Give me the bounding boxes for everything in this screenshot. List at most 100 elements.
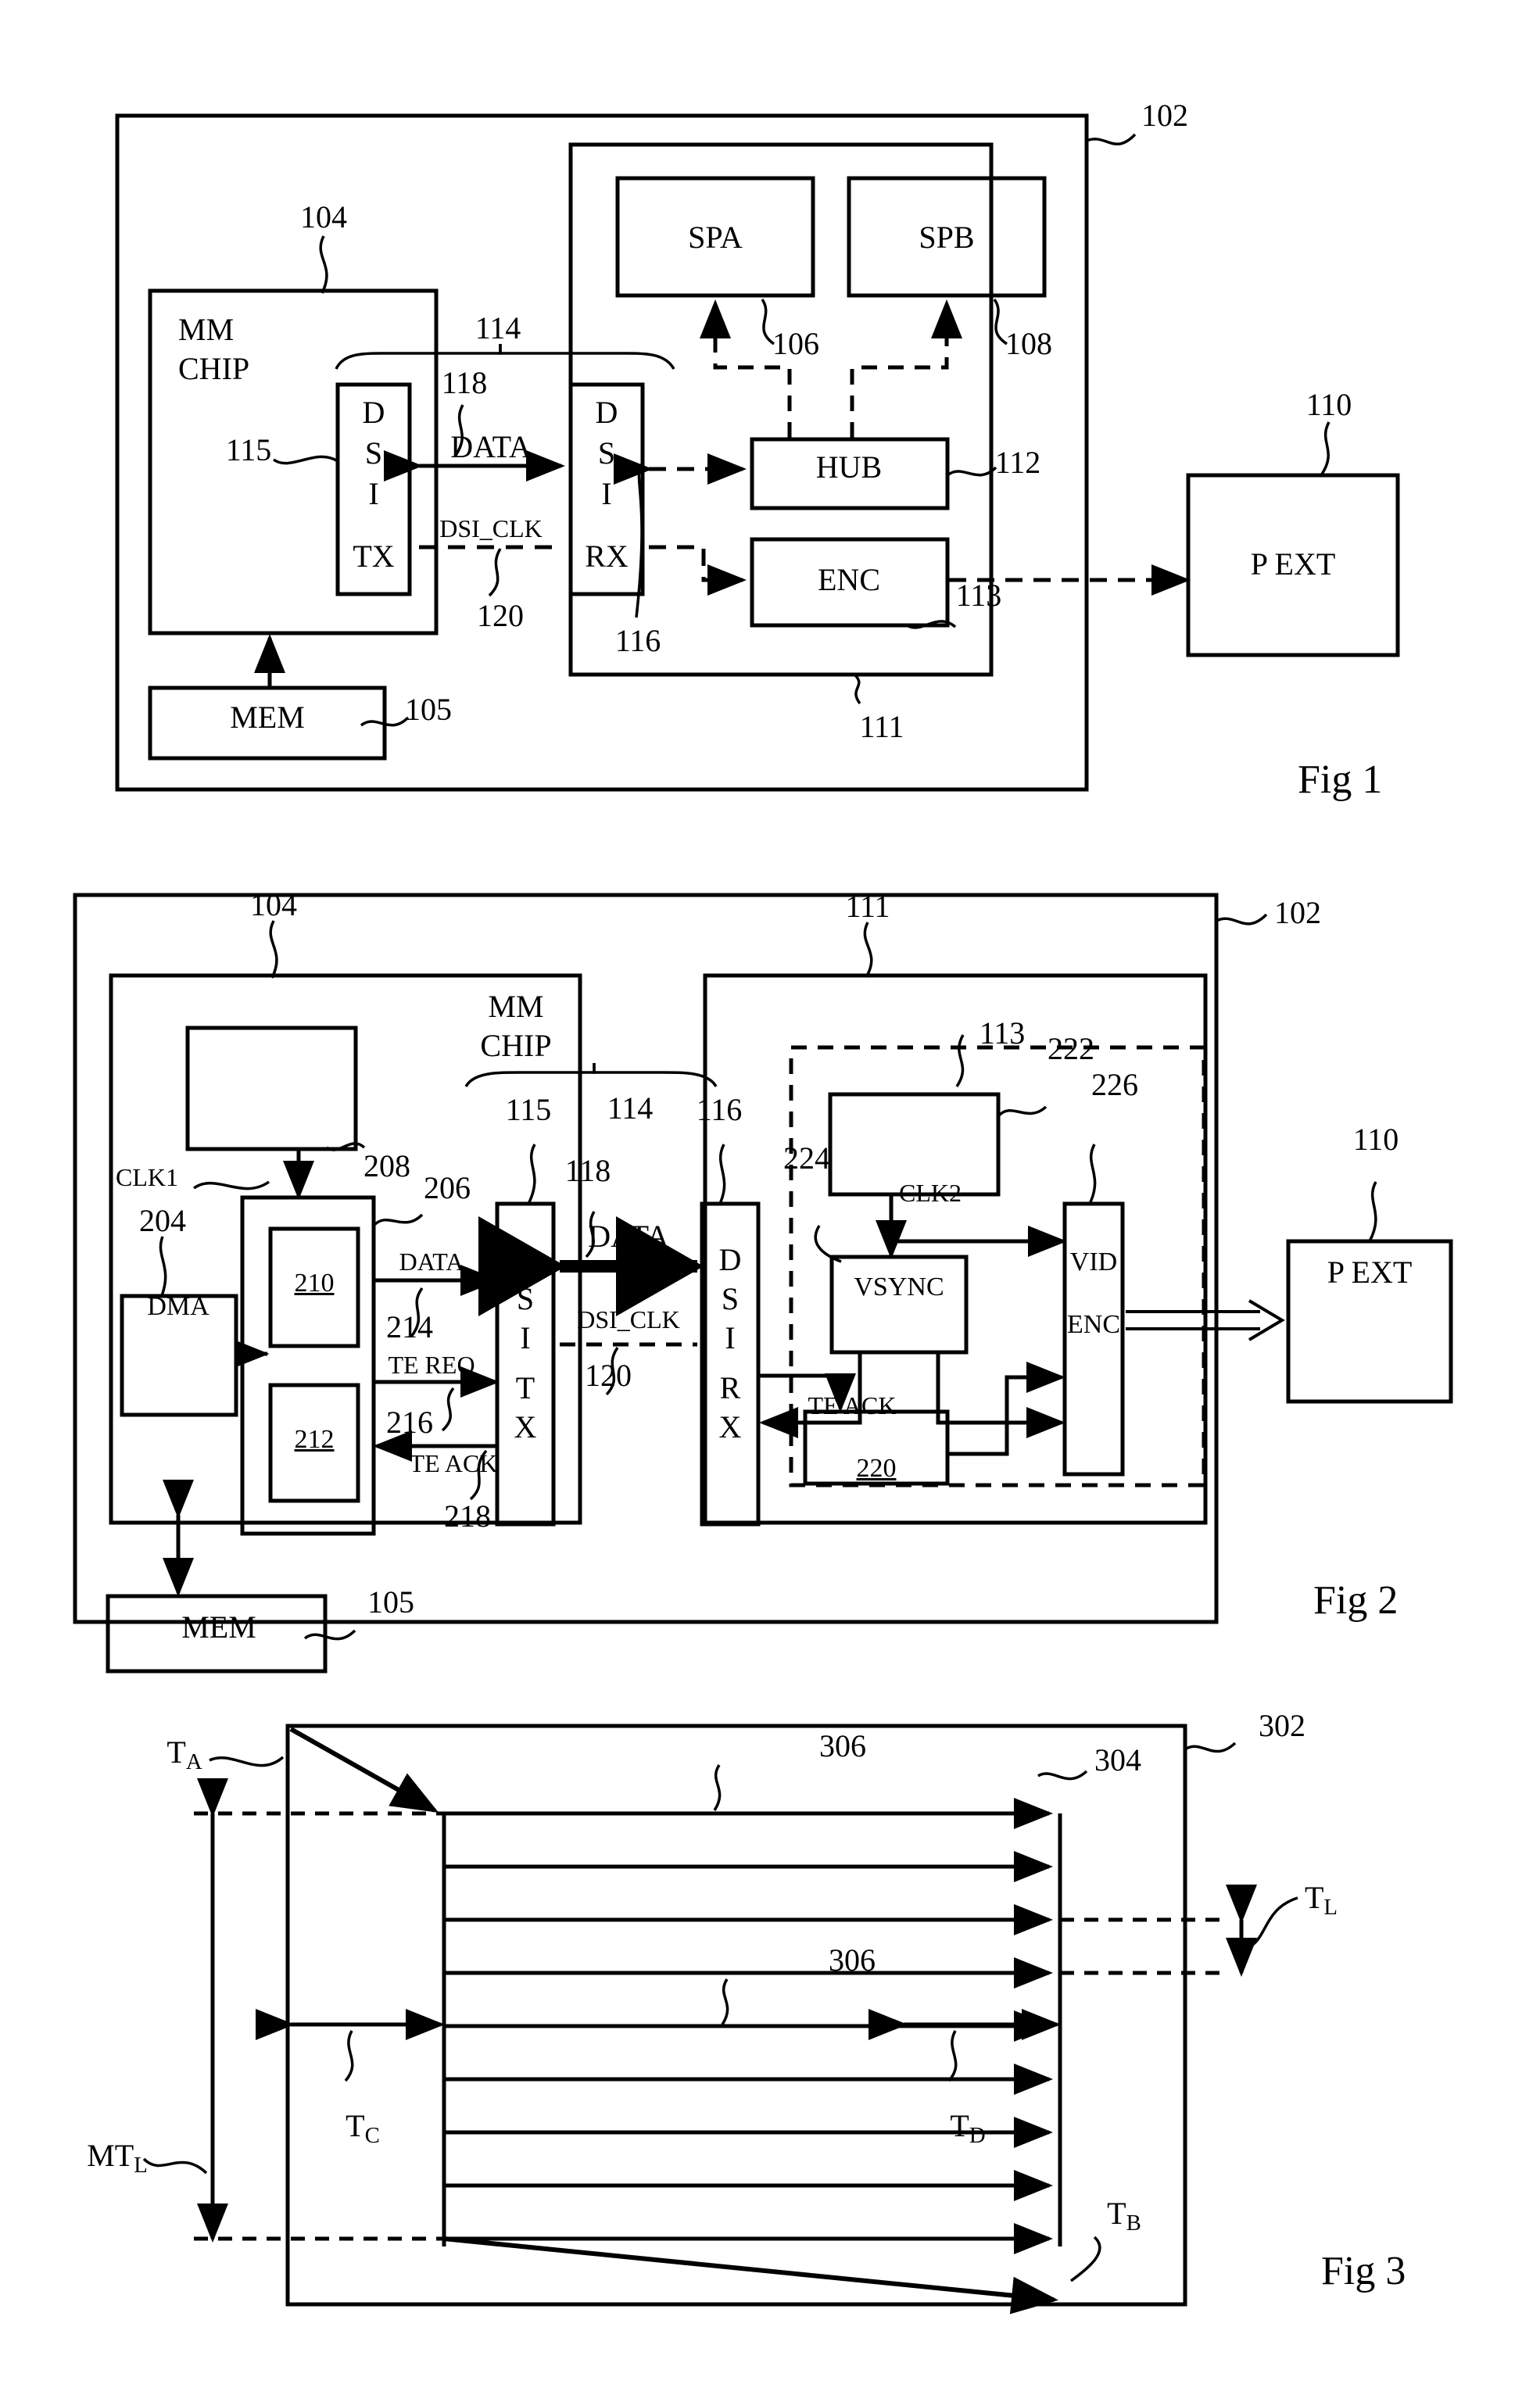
fig2-ref-118: 118 [564, 1153, 611, 1188]
fig1-ref-115: 115 [225, 432, 272, 467]
fig2-dsi-rx-letter-d: D [718, 1242, 742, 1277]
fig1-ref-108: 108 [1005, 326, 1052, 361]
fig1-block-enc: ENC [818, 562, 880, 597]
fig2-ref-111: 111 [845, 889, 890, 924]
fig1-ref-106: 106 [772, 326, 819, 361]
fig2-ref-218: 218 [444, 1498, 491, 1534]
fig3-timing-td-base: T [950, 2108, 969, 2143]
fig3-caption: Fig 3 [1321, 2249, 1406, 2293]
fig1-ref-105: 105 [405, 692, 452, 727]
fig2-signal-clk1: CLK1 [116, 1163, 178, 1191]
fig2-ref-105: 105 [367, 1584, 414, 1620]
fig3-ref-306-mid: 306 [829, 1942, 876, 1978]
fig1-ref-102: 102 [1141, 98, 1188, 133]
fig1-dsi-rx-label: RX [585, 539, 629, 574]
fig3-timing-tc-sub: C [364, 2123, 380, 2149]
fig2-block-dma: DMA [147, 1292, 210, 1321]
fig1-ref-112: 112 [994, 445, 1041, 480]
fig1-ref-116: 116 [614, 623, 661, 658]
fig2-ref-115: 115 [505, 1092, 552, 1127]
fig3-timing-tc-base: T [346, 2108, 365, 2143]
fig2-signal-clk2: CLK2 [899, 1179, 962, 1207]
fig2-ref-114: 114 [607, 1090, 654, 1126]
fig2-dsi-tx-letter-x: X [514, 1409, 537, 1445]
fig1-ref-120: 120 [477, 598, 524, 633]
fig1-block-spb: SPB [919, 220, 975, 255]
fig3-ref-306-top: 306 [819, 1728, 866, 1763]
fig3-timing-tl: TL [1305, 1882, 1338, 1919]
fig1-mm-chip-line1: MM [178, 312, 235, 347]
fig2-dsi-rx-letter-x: X [718, 1409, 742, 1445]
fig3-timing-mtl-base: MT [87, 2138, 134, 2173]
fig2-ref-214: 214 [386, 1309, 433, 1344]
fig2-dsi-tx-letter-s: S [516, 1281, 535, 1316]
fig1-ref-118: 118 [441, 365, 488, 400]
fig2-block-mem: MEM [181, 1609, 256, 1645]
fig1-dsi-tx-letter-s: S [364, 435, 383, 471]
fig2-block-220: 220 [856, 1454, 897, 1483]
fig2-ref-222: 222 [1048, 1031, 1094, 1066]
fig2-dsi-rx-letter-r: R [719, 1370, 741, 1405]
fig2-signal-data-bus: DATA [588, 1219, 669, 1254]
fig2-block-vid-enc-line1: VID [1069, 1248, 1118, 1276]
fig3-timing-tl-base: T [1304, 1880, 1324, 1915]
fig2-block-210: 210 [294, 1269, 335, 1298]
fig2-signal-te-ack-right: TE ACK [808, 1391, 897, 1419]
fig2-mm-chip-line2: CHIP [480, 1028, 552, 1063]
fig3-timing-ta: TA [167, 1737, 202, 1774]
fig1-ref-114: 114 [475, 310, 521, 345]
fig2-ref-113: 113 [979, 1015, 1026, 1051]
fig1-ref-111: 111 [859, 709, 904, 744]
fig1-dsi-tx-label: TX [353, 539, 395, 574]
fig2-ref-116: 116 [696, 1092, 743, 1127]
fig2-ref-226: 226 [1091, 1067, 1138, 1102]
figure-3-graphics [142, 1724, 1298, 2314]
fig1-dsi-tx-letter-d: D [362, 395, 385, 430]
fig2-dsi-rx-letter-i: I [725, 1320, 736, 1355]
fig3-timing-tc: TC [346, 2110, 380, 2147]
fig2-dsi-rx-letter-s: S [721, 1281, 740, 1316]
fig2-ref-216: 216 [386, 1405, 433, 1440]
fig3-timing-tl-sub: L [1323, 1895, 1338, 1921]
fig2-ref-224: 224 [783, 1140, 830, 1176]
fig2-ref-120: 120 [585, 1358, 632, 1393]
fig2-ref-204: 204 [139, 1203, 186, 1238]
fig2-signal-dsi-clk: DSI_CLK [577, 1305, 680, 1334]
fig3-timing-tb: TB [1107, 2198, 1141, 2235]
fig2-dsi-tx-letter-t: T [515, 1370, 535, 1405]
fig2-dsi-tx-letter-d: D [514, 1242, 537, 1277]
fig3-timing-mtl: MTL [87, 2140, 148, 2177]
fig1-mm-chip-line2: CHIP [178, 351, 250, 386]
fig1-dsi-rx-letter-s: S [597, 435, 616, 471]
fig1-block-mem: MEM [230, 700, 305, 735]
fig3-timing-tb-base: T [1107, 2196, 1126, 2231]
fig2-ref-102: 102 [1274, 895, 1321, 930]
fig2-signal-data-left: DATA [399, 1248, 464, 1276]
fig1-caption: Fig 1 [1298, 757, 1383, 802]
fig2-block-p-ext: P EXT [1327, 1255, 1413, 1290]
fig1-dsi-rx-letter-i: I [601, 476, 612, 511]
patent-drawing-sheet: 102 104 MM CHIP SPA SPB 106 108 110 P EX… [0, 0, 1540, 2395]
fig1-ref-110: 110 [1305, 387, 1352, 422]
fig1-dsi-tx-letter-i: I [368, 476, 379, 511]
fig2-caption: Fig 2 [1313, 1578, 1399, 1623]
fig2-signal-te-req: TE REQ [388, 1351, 475, 1379]
fig3-timing-td-sub: D [969, 2123, 986, 2149]
fig1-block-p-ext: P EXT [1250, 546, 1336, 582]
fig2-signal-te-ack-left: TE ACK [409, 1449, 498, 1477]
fig2-mm-chip-line1: MM [488, 989, 544, 1024]
fig3-timing-ta-sub: A [185, 1749, 202, 1775]
fig3-timing-td: TD [950, 2110, 985, 2147]
fig3-timing-mtl-sub: L [134, 2153, 148, 2178]
fig3-timing-ta-base: T [167, 1734, 186, 1770]
fig2-ref-104: 104 [250, 887, 297, 922]
fig3-ref-304: 304 [1094, 1742, 1141, 1777]
fig2-ref-110: 110 [1352, 1122, 1399, 1157]
fig1-dsi-rx-letter-d: D [595, 395, 618, 430]
fig2-block-212: 212 [294, 1425, 335, 1454]
fig2-dsi-tx-letter-i: I [520, 1320, 531, 1355]
fig2-ref-208: 208 [364, 1148, 410, 1183]
fig1-ref-104: 104 [300, 199, 347, 234]
fig1-block-hub: HUB [815, 449, 883, 485]
fig1-ref-113: 113 [955, 578, 1002, 613]
